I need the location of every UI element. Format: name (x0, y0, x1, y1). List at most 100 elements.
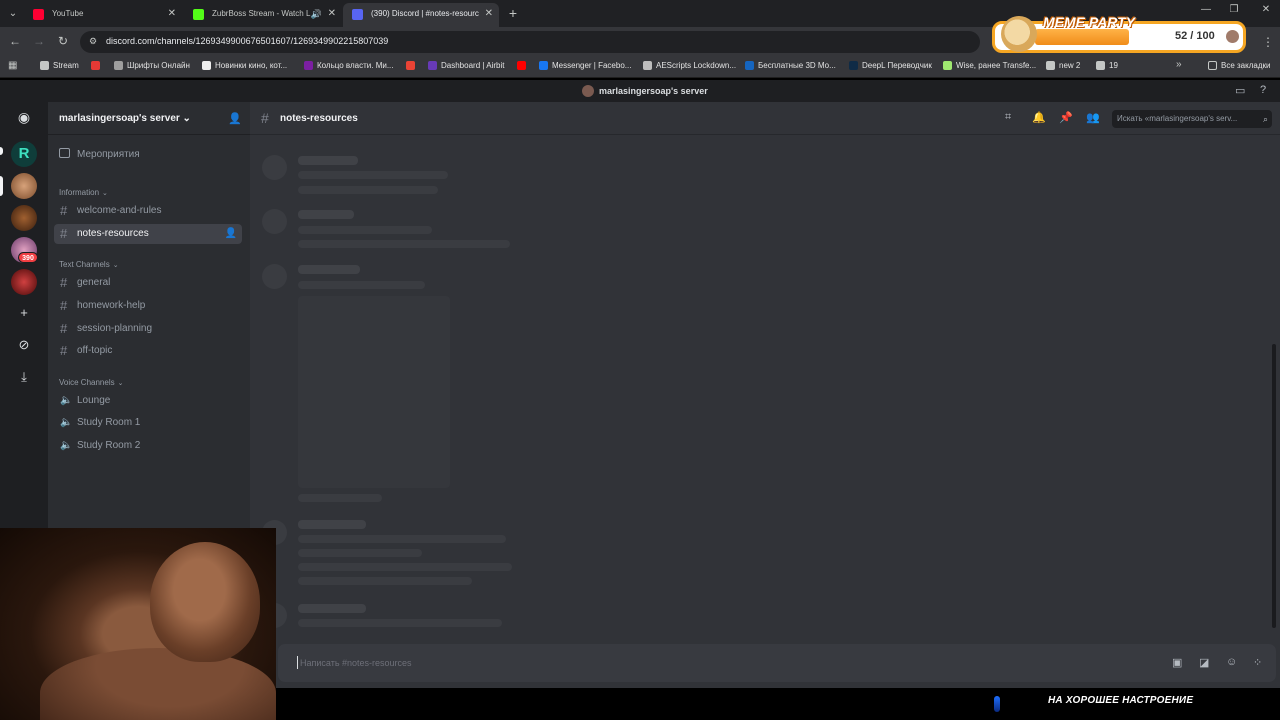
hash-icon: # (60, 226, 68, 241)
line-placeholder (298, 281, 425, 289)
events-label: Мероприятия (77, 149, 140, 160)
pin-icon[interactable]: 📌 (1059, 111, 1073, 124)
channel-general[interactable]: # general (54, 273, 242, 293)
download-icon[interactable]: ⤓ (11, 364, 37, 390)
server-icon-3[interactable] (11, 205, 37, 231)
server-header[interactable]: marlasingersoap's server ⌄ 👤 (48, 102, 250, 135)
bookmark-item[interactable]: AEScripts Lockdown... (643, 60, 736, 72)
folder-icon (1208, 61, 1217, 70)
events-link[interactable]: Мероприятия (59, 148, 140, 160)
help-icon[interactable]: ? (1260, 84, 1266, 96)
window-close-icon[interactable]: ✕ (1258, 4, 1274, 15)
apps-grid-icon[interactable]: ▦ (8, 60, 17, 71)
new-tab-button[interactable]: + (505, 4, 521, 22)
youtube-favicon-icon (33, 9, 44, 20)
channel-notes-resources[interactable]: # notes-resources 👤 (54, 224, 242, 244)
voice-channel-study-room-1[interactable]: 🔈 Study Room 1 (54, 413, 242, 433)
bookmark-favicon-icon (1096, 61, 1105, 70)
hash-icon: # (60, 203, 68, 218)
tab-youtube[interactable]: YouTube ✕ (24, 3, 182, 27)
bookmark-item[interactable]: Кольцо власти. Ми... (304, 60, 394, 72)
channel-welcome-and-rules[interactable]: # welcome-and-rules (54, 201, 242, 221)
streamer-face (150, 542, 260, 662)
threads-icon[interactable]: ⌗ (1005, 111, 1011, 124)
address-bar[interactable]: ⚙ discord.com/channels/12693499006765016… (80, 31, 980, 53)
stream-banner: НА ХОРОШЕЕ НАСТРОЕНИЕ (276, 688, 1280, 720)
avatar-placeholder (262, 209, 287, 234)
hash-icon: # (60, 275, 68, 290)
bookmark-favicon-icon (202, 61, 211, 70)
category-text-channels[interactable]: Text Channels ⌄ (59, 260, 119, 269)
minimize-icon[interactable]: — (1198, 4, 1214, 15)
webcam-overlay (0, 528, 276, 720)
tab-close-icon[interactable]: ✕ (168, 3, 176, 25)
tab-audio-icon[interactable]: 🔊 (311, 3, 322, 25)
discover-compass-icon[interactable]: ⊘ (11, 332, 37, 358)
server-icon-5[interactable] (11, 269, 37, 295)
server-r-icon[interactable]: R (11, 141, 37, 167)
bookmark-item[interactable]: Dashboard | Airbit (428, 60, 504, 72)
bookmark-label: Stream (53, 61, 79, 70)
tab-zubrboss[interactable]: ZubrBoss Stream - Watch L 🔊 ✕ (184, 3, 342, 27)
gif-icon[interactable]: ▣ (1172, 656, 1182, 669)
tab-close-icon[interactable]: ✕ (328, 3, 336, 25)
bookmark-item[interactable]: Шрифты Онлайн (114, 60, 190, 72)
bookmark-label: Бесплатные 3D Мо... (758, 61, 836, 70)
channel-label: welcome-and-rules (77, 205, 162, 216)
notification-bell-icon[interactable]: 🔔 (1032, 111, 1046, 124)
bookmark-item[interactable]: DeepL Переводчик (849, 60, 932, 72)
bookmarks-overflow-icon[interactable]: » (1176, 59, 1182, 70)
add-server-icon[interactable]: + (11, 300, 37, 326)
bookmark-item[interactable]: Wise, ранее Transfe... (943, 60, 1036, 72)
channel-homework-help[interactable]: # homework-help (54, 296, 242, 316)
member-list-icon[interactable]: 👥 (1086, 111, 1100, 124)
bookmark-item[interactable]: Messenger | Facebo... (539, 60, 631, 72)
voice-channel-lounge[interactable]: 🔈 Lounge (54, 391, 242, 411)
channel-label: notes-resources (77, 228, 149, 239)
voice-channel-study-room-2[interactable]: 🔈 Study Room 2 (54, 436, 242, 456)
meme-party-widget: MEME PARTY 52 / 100 (992, 14, 1246, 53)
bookmark-item[interactable]: new 2 (1046, 60, 1080, 72)
tab-discord[interactable]: (390) Discord | #notes-resourc ✕ (343, 3, 499, 27)
back-arrow-icon[interactable]: ← (7, 33, 23, 49)
all-bookmarks[interactable]: Все закладки (1208, 60, 1270, 72)
name-placeholder (298, 156, 358, 165)
bookmark-label: Dashboard | Airbit (441, 61, 505, 70)
search-placeholder: Искать «marlasingersoap's serv... (1117, 114, 1238, 123)
bookmark-favicon-icon (114, 61, 123, 70)
restore-icon[interactable]: ❐ (1226, 4, 1242, 15)
sticker-icon[interactable]: ◪ (1199, 656, 1209, 669)
bookmark-label: 19 (1109, 61, 1118, 70)
discord-home-icon[interactable]: ◉ (11, 104, 37, 130)
channel-session-planning[interactable]: # session-planning (54, 319, 242, 339)
browser-menu-icon[interactable]: ⋮ (1262, 35, 1274, 49)
hash-icon: # (261, 110, 269, 126)
add-member-icon[interactable]: 👤 (225, 224, 237, 244)
site-info-icon[interactable]: ⚙ (89, 36, 97, 47)
tab-close-icon[interactable]: ✕ (485, 3, 493, 25)
chat-scrollbar[interactable] (1272, 344, 1276, 628)
category-voice-channels[interactable]: Voice Channels ⌄ (59, 378, 123, 387)
speaker-icon: 🔈 (60, 417, 73, 428)
server-icon (582, 85, 594, 97)
tab-title: YouTube (52, 9, 84, 18)
apps-icon[interactable]: ⁘ (1253, 656, 1262, 669)
reload-icon[interactable]: ↻ (55, 33, 71, 49)
channel-label: Lounge (77, 395, 111, 406)
inbox-icon[interactable]: ▭ (1235, 84, 1245, 97)
chat-area: # notes-resources ⌗ 🔔 📌 👥 Искать «marlas… (250, 102, 1280, 720)
tab-search-chevron-icon[interactable]: ⌄ (4, 5, 22, 23)
forward-arrow-icon[interactable]: → (31, 33, 47, 49)
search-input[interactable]: Искать «marlasingersoap's serv... ⌕ (1112, 110, 1272, 128)
invite-people-icon[interactable]: 👤 (228, 112, 242, 125)
category-information[interactable]: Information ⌄ (59, 188, 108, 197)
bookmark-item[interactable]: 19 (1096, 60, 1118, 72)
emoji-icon[interactable]: ☺ (1226, 656, 1237, 668)
message-composer[interactable]: Написать #notes-resources ▣ ◪ ☺ ⁘ (278, 644, 1276, 682)
meme-progress-bar (1035, 29, 1129, 45)
server-icon-2[interactable] (11, 173, 37, 199)
bookmark-item[interactable]: Stream (40, 60, 79, 72)
bookmark-item[interactable]: Бесплатные 3D Мо... (745, 60, 836, 72)
channel-off-topic[interactable]: # off-topic (54, 341, 242, 361)
bookmark-item[interactable]: Новинки кино, кот... (202, 60, 287, 72)
